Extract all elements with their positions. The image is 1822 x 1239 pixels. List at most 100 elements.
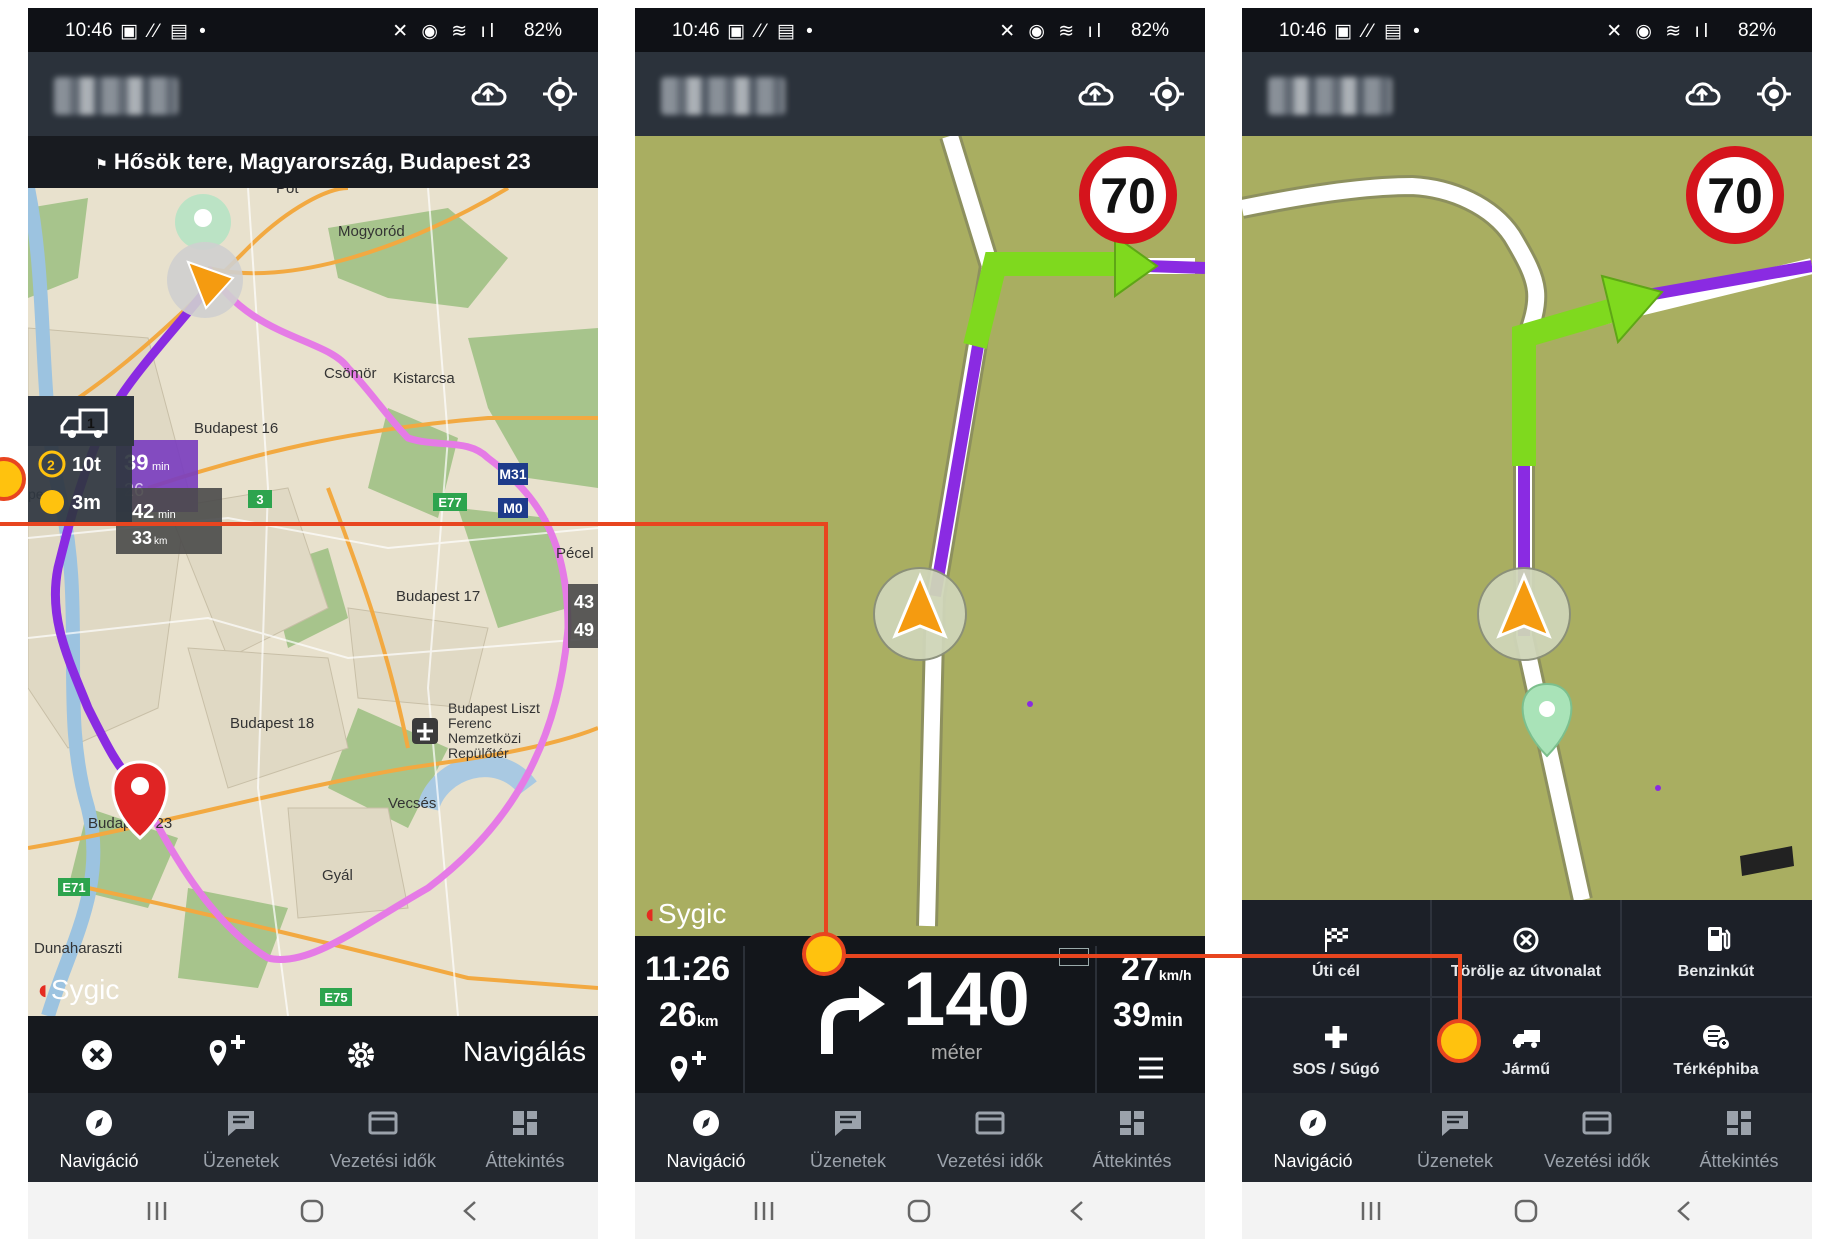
notification-icons: ▣ ⁄⁄ ▤ • xyxy=(1334,21,1423,42)
next-turn-distance: 140 xyxy=(903,957,1030,1042)
svg-text:Budapest 17: Budapest 17 xyxy=(396,588,480,605)
svg-text:E75: E75 xyxy=(324,990,347,1005)
callout-marker-guidance xyxy=(802,932,846,976)
svg-text:Pécel: Pécel xyxy=(556,545,594,562)
system-navigation-bar xyxy=(1242,1182,1812,1239)
svg-text:3m: 3m xyxy=(72,492,101,514)
locate-icon[interactable] xyxy=(1754,74,1794,114)
nav-tab-overview[interactable]: Áttekintés xyxy=(1668,1093,1810,1182)
cloud-upload-icon[interactable] xyxy=(1075,74,1115,114)
status-time: 10:46 xyxy=(672,20,720,41)
callout-marker-truck-panel xyxy=(0,457,26,501)
nav-tab-messages[interactable]: Üzenetek xyxy=(1384,1093,1526,1182)
nav-tab-navigation[interactable]: Navigáció xyxy=(28,1093,170,1182)
blurred-logo xyxy=(54,77,178,115)
home-icon[interactable] xyxy=(1513,1199,1539,1223)
home-icon[interactable] xyxy=(299,1199,325,1223)
svg-text:Budapest Liszt: Budapest Liszt xyxy=(448,700,540,716)
sygic-logo: ◖Sygic xyxy=(641,898,727,929)
next-turn-unit: méter xyxy=(931,1042,983,1064)
system-navigation-bar xyxy=(28,1182,598,1239)
remaining-time: 39min xyxy=(1113,996,1183,1034)
back-icon[interactable] xyxy=(460,1199,480,1223)
add-waypoint-icon[interactable] xyxy=(204,1032,250,1072)
svg-text:Pót: Pót xyxy=(276,188,299,197)
route-action-bar: Navigálás xyxy=(28,1016,598,1093)
nav-tab-driving-times[interactable]: Vezetési idők xyxy=(919,1093,1061,1182)
battery-level: 82% xyxy=(1130,20,1169,41)
status-time: 10:46 xyxy=(65,20,113,41)
menu-cancel-route-button[interactable]: Törölje az útvonalat xyxy=(1432,900,1620,996)
nav-tab-overview[interactable]: Áttekintés xyxy=(454,1093,596,1182)
status-bar: 10:46 ▣ ⁄⁄ ▤ • ✕ ◉ ≋ ıl 82% xyxy=(635,8,1205,52)
signal-icons: ✕ ◉ ≋ ıl xyxy=(392,21,498,42)
route-overview-map[interactable]: M31 M0 E77 3 E71 E75 Pót Mogyoród Csömör… xyxy=(28,188,598,1016)
nav-tab-overview[interactable]: Áttekintés xyxy=(1061,1093,1203,1182)
system-navigation-bar xyxy=(635,1182,1205,1239)
vehicle-position-icon xyxy=(1477,567,1571,661)
notification-icons: ▣ ⁄⁄ ▤ • xyxy=(727,21,816,42)
svg-text:Repülőtér: Repülőtér xyxy=(448,745,509,761)
svg-text:43: 43 xyxy=(574,592,594,612)
home-icon[interactable] xyxy=(906,1199,932,1223)
speed-limit-sign: 70 xyxy=(1686,146,1784,244)
truck-icon xyxy=(1513,1030,1540,1048)
nav-tab-driving-times[interactable]: Vezetési idők xyxy=(1526,1093,1668,1182)
menu-destination-button[interactable]: Úti cél xyxy=(1242,900,1430,996)
svg-text:Vecsés: Vecsés xyxy=(388,795,436,812)
callout-marker-vehicle xyxy=(1437,1019,1481,1063)
cloud-upload-icon[interactable] xyxy=(468,74,508,114)
menu-map-error-button[interactable]: Térképhiba xyxy=(1622,998,1810,1094)
svg-text:Budapest 16: Budapest 16 xyxy=(194,420,278,437)
svg-text:42: 42 xyxy=(132,501,154,523)
nav-tab-messages[interactable]: Üzenetek xyxy=(170,1093,312,1182)
svg-text:M0: M0 xyxy=(503,500,523,516)
navigate-button[interactable]: Navigálás xyxy=(463,1036,586,1068)
flag-icon: ⚑ xyxy=(95,156,108,172)
route-option-c[interactable]: 43 49 xyxy=(568,584,598,648)
navigation-map[interactable] xyxy=(1242,136,1812,900)
locate-icon[interactable] xyxy=(540,74,580,114)
turn-right-icon xyxy=(821,986,885,1054)
bottom-navigation: Navigáció Üzenetek Vezetési idők Áttekin… xyxy=(28,1093,598,1182)
menu-sos-help-button[interactable]: SOS / Súgó xyxy=(1242,998,1430,1094)
settings-gear-icon[interactable] xyxy=(346,1040,376,1070)
recent-apps-icon[interactable] xyxy=(145,1199,169,1223)
svg-text:49: 49 xyxy=(574,620,594,640)
recent-apps-icon[interactable] xyxy=(1359,1199,1383,1223)
back-icon[interactable] xyxy=(1067,1199,1087,1223)
nav-tab-navigation[interactable]: Navigáció xyxy=(1242,1093,1384,1182)
cloud-upload-icon[interactable] xyxy=(1682,74,1722,114)
destination-banner[interactable]: ⚑ Hősök tere, Magyarország, Budapest 23 xyxy=(28,136,598,188)
menu-fuel-station-button[interactable]: Benzinkút xyxy=(1622,900,1810,996)
compass-icon xyxy=(1300,1110,1326,1136)
svg-text:Kistarcsa: Kistarcsa xyxy=(393,370,455,387)
navigation-map[interactable] xyxy=(635,136,1205,936)
trip-summary-left[interactable]: 11:26 26km xyxy=(635,946,745,1093)
message-icon xyxy=(1442,1111,1468,1136)
nav-tab-driving-times[interactable]: Vezetési idők xyxy=(312,1093,454,1182)
close-route-icon[interactable] xyxy=(80,1038,114,1072)
height-limit-icon xyxy=(40,490,64,514)
compass-icon xyxy=(86,1110,112,1136)
recent-apps-icon[interactable] xyxy=(752,1199,776,1223)
back-icon[interactable] xyxy=(1674,1199,1694,1223)
plus-icon xyxy=(1325,1026,1347,1048)
dashboard-icon xyxy=(1727,1111,1751,1135)
remaining-km: 26km xyxy=(659,996,719,1034)
phone-screen-turn-guidance: 10:46 ▣ ⁄⁄ ▤ • ✕ ◉ ≋ ıl 82% 70 ◖Sygic 11… xyxy=(635,8,1205,1239)
nav-tab-messages[interactable]: Üzenetek xyxy=(777,1093,919,1182)
card-icon xyxy=(975,1111,1005,1135)
compass-icon xyxy=(693,1110,719,1136)
svg-text:2: 2 xyxy=(47,457,55,473)
truck-settings-panel[interactable]: 1 2 10t 3m xyxy=(28,396,134,524)
nav-tab-navigation[interactable]: Navigáció xyxy=(635,1093,777,1182)
svg-text:km: km xyxy=(154,536,167,547)
menu-icon[interactable] xyxy=(1137,1056,1165,1080)
add-waypoint-icon[interactable] xyxy=(665,1048,711,1086)
svg-text:Ferenc: Ferenc xyxy=(448,715,492,731)
svg-text:Gyál: Gyál xyxy=(322,867,353,884)
message-icon xyxy=(835,1111,861,1136)
trip-summary-right[interactable]: 27km/h 39min xyxy=(1095,946,1205,1093)
locate-icon[interactable] xyxy=(1147,74,1187,114)
